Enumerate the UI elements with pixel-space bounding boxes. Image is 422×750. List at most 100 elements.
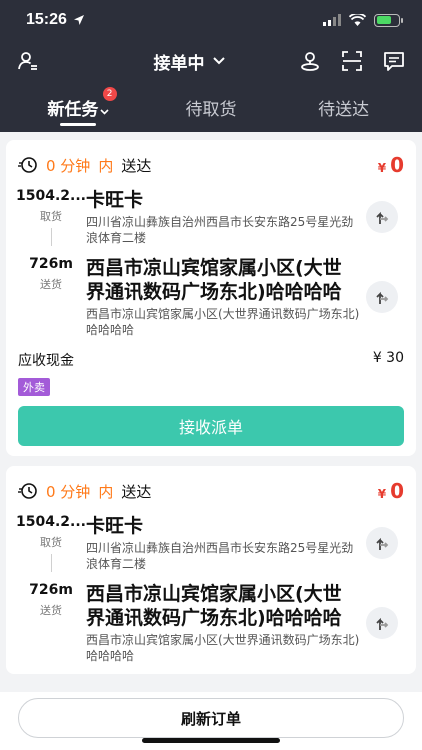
user-menu-icon (18, 52, 37, 70)
tab-label: 新任务 (47, 100, 99, 120)
navigate-turn-icon (376, 211, 389, 224)
message-icon (384, 52, 404, 71)
order-price: ¥ 0 (378, 479, 404, 503)
new-task-count-badge: 2 (102, 87, 117, 101)
wifi-icon (349, 14, 366, 26)
dropoff-address: 西昌市凉山宾馆家属小区(大世界通讯数码广场东北)哈哈哈哈 (86, 307, 360, 337)
navbar: 接单中 (0, 40, 422, 82)
price-symbol: ¥ (377, 487, 387, 501)
dropoff-name: 西昌市凉山宾馆家属小区(大世界通讯数码广场东北)哈哈哈哈 (86, 257, 342, 303)
pickup-navigate-button[interactable] (366, 527, 398, 559)
accept-order-button[interactable]: 接收派单 (18, 406, 404, 446)
eta-within: 内 (98, 482, 114, 501)
cash-value: ¥ 30 (372, 350, 404, 366)
dropoff-navigate-col (360, 256, 404, 338)
dropoff-name: 西昌市凉山宾馆家属小区(大世界通讯数码广场东北)哈哈哈哈 (86, 583, 342, 629)
price-value: 0 (390, 479, 404, 503)
eta-value: 0 分钟 (46, 156, 91, 175)
pickup-navigate-col (360, 188, 404, 246)
location-arrow-icon (73, 15, 84, 25)
timer-icon (18, 483, 37, 499)
clock-text: 15:26 (26, 11, 67, 28)
pickup-stop: 1504.2... 取货 卡旺卡 四川省凉山彝族自治州西昌市长安东路25号星光劲… (16, 514, 404, 572)
status-bar: 15:26 (0, 0, 422, 40)
pickup-distance-col: 1504.2... 取货 (16, 514, 86, 572)
work-status-dropdown[interactable]: 接单中 (154, 49, 225, 74)
dropoff-distance-col: 726m 送货 (18, 256, 84, 338)
refresh-orders-button[interactable]: 刷新订单 (18, 698, 404, 738)
status-time: 15:26 (26, 11, 85, 29)
eta-within: 内 (98, 156, 114, 175)
tab-pending-delivery[interactable]: 待送达 (277, 95, 410, 132)
dropoff-label: 送货 (40, 604, 62, 617)
profile-button[interactable] (16, 49, 40, 73)
tab-label: 待送达 (318, 100, 370, 120)
eta-value: 0 分钟 (46, 482, 91, 501)
pickup-navigate-col (360, 514, 404, 572)
route-line (50, 228, 52, 246)
dropoff-address-block: 西昌市凉山宾馆家属小区(大世界通讯数码广场东北)哈哈哈哈 西昌市凉山宾馆家属小区… (84, 582, 360, 664)
work-status-label: 接单中 (153, 53, 205, 74)
dropoff-distance: 726m (29, 582, 73, 598)
dropoff-stop: 726m 送货 西昌市凉山宾馆家属小区(大世界通讯数码广场东北)哈哈哈哈 西昌市… (18, 582, 404, 664)
route-line (50, 554, 52, 572)
order-card-header: 0 分钟 内 送达 ¥ 0 (18, 152, 404, 178)
navbar-actions (298, 49, 406, 73)
pickup-address-block: 卡旺卡 四川省凉山彝族自治州西昌市长安东路25号星光劲浪体育二楼 (84, 188, 360, 246)
pickup-distance: 1504.2... (16, 514, 86, 530)
cash-row: 应收现金 ¥ 30 (18, 350, 404, 370)
task-tabs: 新任务 2 待取货 待送达 (0, 82, 422, 132)
navigate-turn-icon (376, 537, 389, 550)
order-type-tag: 外卖 (18, 378, 50, 396)
price-value: 0 (390, 153, 404, 177)
pickup-address-block: 卡旺卡 四川省凉山彝族自治州西昌市长安东路25号星光劲浪体育二楼 (84, 514, 360, 572)
top-header: 15:26 接单中 新任务 2 待取货 待送达 (0, 0, 422, 132)
cash-label: 应收现金 (18, 353, 74, 369)
dropoff-navigate-button[interactable] (366, 281, 398, 313)
home-indicator[interactable] (142, 738, 280, 743)
scan-button[interactable] (340, 49, 364, 73)
pickup-label: 取货 (40, 210, 62, 223)
navigate-turn-icon (376, 617, 389, 630)
pickup-address: 四川省凉山彝族自治州西昌市长安东路25号星光劲浪体育二楼 (86, 215, 354, 245)
dropoff-distance: 726m (29, 256, 73, 272)
eta-action: 送达 (121, 482, 152, 501)
pickup-navigate-button[interactable] (366, 201, 398, 233)
dropoff-navigate-col (360, 582, 404, 664)
battery-icon (374, 13, 403, 27)
pickup-distance-col: 1504.2... 取货 (16, 188, 86, 246)
tab-pending-pickup[interactable]: 待取货 (145, 95, 278, 132)
dropoff-distance-col: 726m 送货 (18, 582, 84, 664)
dropoff-label: 送货 (40, 278, 62, 291)
order-card: 0 分钟 内 送达 ¥ 0 1504.2... 取货 卡旺卡 四川省凉山彝族自治… (6, 140, 416, 456)
location-button[interactable] (298, 49, 322, 73)
chevron-down-icon (100, 109, 109, 115)
rider-location-icon (301, 52, 319, 71)
navigate-turn-icon (376, 291, 389, 304)
status-icons (323, 13, 403, 27)
message-button[interactable] (382, 49, 406, 73)
order-list[interactable]: 0 分钟 内 送达 ¥ 0 1504.2... 取货 卡旺卡 四川省凉山彝族自治… (0, 132, 422, 692)
pickup-store-name: 卡旺卡 (86, 189, 144, 211)
order-card: 0 分钟 内 送达 ¥ 0 1504.2... 取货 卡旺卡 四川省凉山彝族自治… (6, 466, 416, 674)
dropoff-address-block: 西昌市凉山宾馆家属小区(大世界通讯数码广场东北)哈哈哈哈 西昌市凉山宾馆家属小区… (84, 256, 360, 338)
eta-action: 送达 (121, 156, 152, 175)
order-price: ¥ 0 (378, 153, 404, 177)
timer-icon (18, 157, 37, 173)
tab-new-tasks[interactable]: 新任务 2 (12, 87, 145, 132)
dropoff-navigate-button[interactable] (366, 607, 398, 639)
dropoff-address: 西昌市凉山宾馆家属小区(大世界通讯数码广场东北)哈哈哈哈 (86, 633, 360, 663)
order-card-header: 0 分钟 内 送达 ¥ 0 (18, 478, 404, 504)
pickup-label: 取货 (40, 536, 62, 549)
pickup-address: 四川省凉山彝族自治州西昌市长安东路25号星光劲浪体育二楼 (86, 541, 354, 571)
tab-label: 待取货 (185, 100, 237, 120)
pickup-store-name: 卡旺卡 (86, 515, 144, 537)
bottom-bar: 刷新订单 (0, 692, 422, 750)
pickup-stop: 1504.2... 取货 卡旺卡 四川省凉山彝族自治州西昌市长安东路25号星光劲… (16, 188, 404, 246)
chevron-down-icon (212, 57, 225, 65)
pickup-distance: 1504.2... (16, 188, 86, 204)
dropoff-stop: 726m 送货 西昌市凉山宾馆家属小区(大世界通讯数码广场东北)哈哈哈哈 西昌市… (18, 256, 404, 338)
delivery-eta: 0 分钟 内 送达 (18, 155, 151, 176)
scan-icon (342, 51, 362, 71)
signal-icon (323, 14, 341, 26)
